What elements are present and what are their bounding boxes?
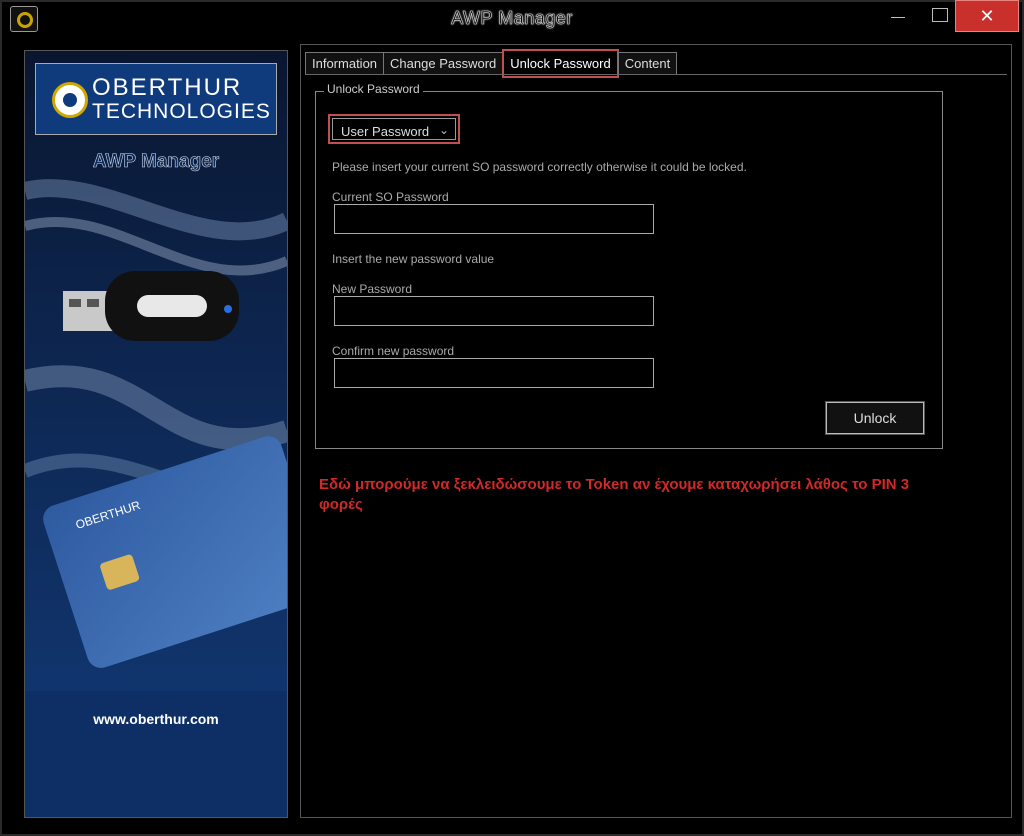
minimize-button[interactable]: — [890, 8, 906, 24]
close-button[interactable]: ✕ [955, 0, 1019, 32]
unlock-button[interactable]: Unlock [826, 402, 924, 434]
tab-information[interactable]: Information [305, 52, 385, 75]
product-title: AWP Manager [92, 151, 220, 173]
logo-mark-icon [52, 82, 88, 118]
tab-change-password[interactable]: Change Password [383, 52, 504, 75]
group-title: Unlock Password [324, 82, 423, 96]
current-password-input[interactable] [334, 204, 654, 234]
confirm-password-input[interactable] [334, 358, 654, 388]
new-password-input[interactable] [334, 296, 654, 326]
website-url: www.oberthur.com [93, 711, 219, 727]
select-frame: User Password ⌄ [332, 118, 456, 140]
annotation-note: Εδώ μπορούμε να ξεκλειδώσουμε το Token α… [319, 476, 910, 513]
password-type-value: User Password [341, 124, 430, 139]
maximize-button[interactable] [932, 8, 948, 22]
unlock-password-group: Unlock Password User Password ⌄ Please i… [315, 82, 943, 449]
branding-panel: OBERTHUR OBERTHUR TECHNOLOGIES AWP Manag… [24, 50, 288, 818]
app-window: AWP Manager — ✕ OBERTHUR OBERTHUR TECHNO… [0, 0, 1024, 836]
window-title: AWP Manager [451, 8, 573, 29]
current-password-instruction: Please insert your current SO password c… [332, 160, 747, 174]
password-type-select[interactable]: User Password ⌄ [328, 114, 460, 144]
main-panel: Information Change Password Unlock Passw… [300, 44, 1012, 818]
logo-text-line2: TECHNOLOGIES [92, 100, 271, 123]
new-password-label: New Password [332, 282, 413, 296]
tab-divider [305, 74, 1007, 75]
oberthur-logo: OBERTHUR TECHNOLOGIES [35, 63, 277, 135]
current-password-label: Current SO Password [332, 190, 449, 204]
logo-text-line1: OBERTHUR [92, 74, 243, 101]
tab-bar: Information Change Password Unlock Passw… [305, 49, 678, 78]
title-bar: AWP Manager — ✕ [0, 0, 1024, 36]
tab-content[interactable]: Content [617, 52, 678, 75]
new-password-instruction: Insert the new password value [332, 252, 495, 266]
chevron-down-icon[interactable]: ⌄ [439, 123, 449, 137]
confirm-password-label: Confirm new password [332, 344, 455, 358]
